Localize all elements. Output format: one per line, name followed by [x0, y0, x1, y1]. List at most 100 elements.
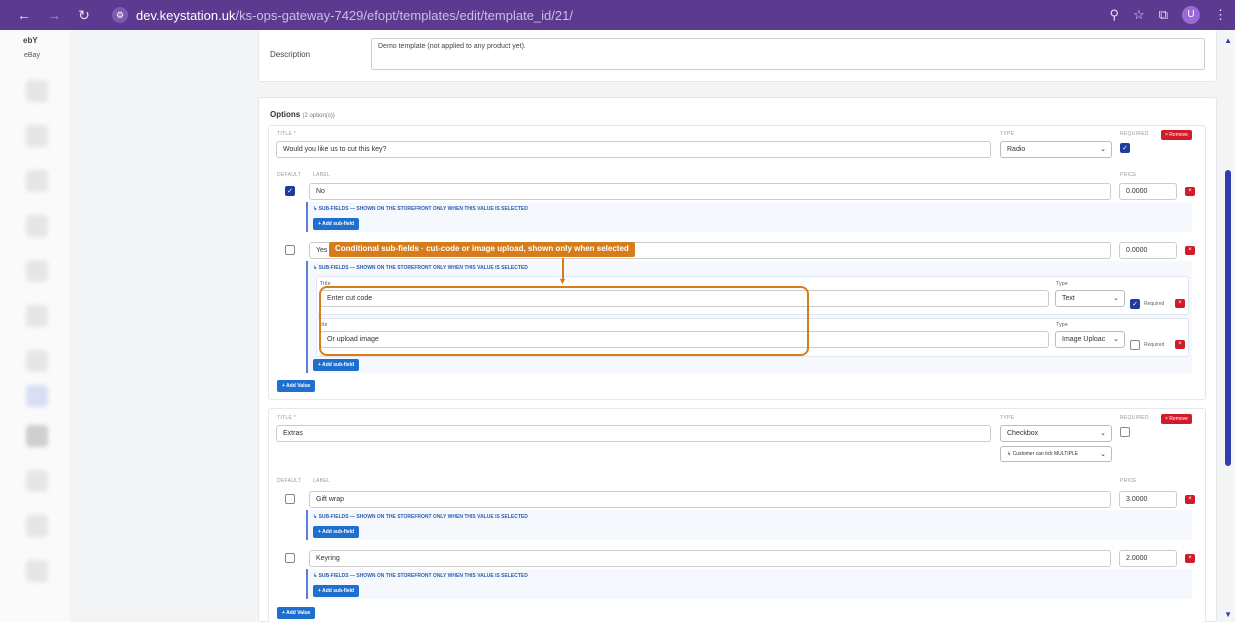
remove-option-button[interactable]: × Remove — [1161, 130, 1192, 140]
options-heading: Options (2 option(s)) — [270, 110, 335, 119]
subfield-type-caption: Type — [1056, 281, 1069, 287]
subfield-type-select[interactable]: Image Uploac ⌄ — [1055, 331, 1125, 348]
value-price-input[interactable]: 2.0000 — [1119, 550, 1177, 567]
chevron-down-icon: ⌄ — [1113, 295, 1119, 302]
remove-subfield-button[interactable]: × — [1175, 340, 1185, 349]
chevron-down-icon: ⌄ — [1100, 451, 1106, 458]
subfield-note: ↳ SUB-FIELDS — SHOWN ON THE STOREFRONT O… — [313, 265, 528, 271]
value-price-input[interactable]: 0.0000 — [1119, 242, 1177, 259]
scroll-up-icon[interactable]: ▲ — [1224, 36, 1232, 45]
sidebar-item-ebay[interactable]: eBay — [24, 52, 40, 59]
title-caption: TITLE * — [277, 131, 297, 137]
chevron-down-icon: ⌄ — [1113, 336, 1119, 343]
required-caption: REQUIRED — [1120, 131, 1149, 137]
subfield-note: ↳ SUB-FIELDS — SHOWN ON THE STOREFRONT O… — [313, 514, 528, 520]
address-bar[interactable]: ⚙ dev.keystation.uk/ks-ops-gateway-7429/… — [104, 4, 1118, 26]
chevron-down-icon: ⌄ — [1100, 146, 1106, 153]
add-subfield-button[interactable]: + Add sub-field — [313, 526, 360, 538]
sidebar-item-active[interactable] — [26, 385, 48, 407]
required-caption: REQUIRED — [1120, 415, 1149, 421]
site-info-icon[interactable]: ⚙ — [112, 7, 128, 23]
add-value-button[interactable]: + Add Value — [277, 607, 316, 619]
ebay-logo: ebY — [23, 36, 38, 45]
chevron-down-icon: ⌄ — [1100, 430, 1106, 437]
annotation-callout: Conditional sub-fields · cut-code or ima… — [329, 242, 635, 257]
subfield-type-caption: Type — [1056, 322, 1069, 328]
remove-value-button[interactable]: × — [1185, 187, 1195, 196]
subfield-note: ↳ SUB-FIELDS — SHOWN ON THE STOREFRONT O… — [313, 206, 528, 212]
option-type-value: Radio — [1007, 146, 1026, 153]
sidebar-item[interactable] — [26, 170, 48, 192]
remove-value-button[interactable]: × — [1185, 495, 1195, 504]
type-caption: TYPE — [1000, 415, 1015, 421]
sidebar-item[interactable] — [26, 425, 48, 447]
sidebar-item[interactable] — [26, 470, 48, 492]
sidebar-item[interactable] — [26, 560, 48, 582]
zoom-icon[interactable]: ⚲ — [1110, 7, 1120, 23]
add-subfield-button[interactable]: + Add sub-field — [313, 359, 360, 371]
default-checkbox[interactable] — [285, 494, 295, 504]
profile-avatar[interactable]: U — [1182, 6, 1200, 24]
extensions-icon[interactable]: ⧉ — [1159, 7, 1168, 23]
title-caption: TITLE * — [277, 415, 297, 421]
add-subfield-button[interactable]: + Add sub-field — [313, 218, 360, 230]
type-caption: TYPE — [1000, 131, 1015, 137]
option-type-select[interactable]: Checkbox ⌄ — [1000, 425, 1112, 442]
subfield-required-checkbox[interactable]: ✓ — [1130, 299, 1140, 309]
remove-option-button[interactable]: × Remove — [1161, 414, 1192, 424]
required-label: Required — [1144, 301, 1165, 307]
sidebar-item[interactable] — [26, 215, 48, 237]
sidebar-item[interactable] — [26, 515, 48, 537]
value-label-input[interactable]: No — [309, 183, 1111, 200]
subfield-required-checkbox[interactable] — [1130, 340, 1140, 350]
menu-icon[interactable]: ⋮ — [1214, 7, 1227, 23]
subfield-type-select[interactable]: Text ⌄ — [1055, 290, 1125, 307]
option-title-input[interactable]: Extras — [276, 425, 991, 442]
price-caption: PRICE — [1120, 478, 1137, 484]
price-caption: PRICE — [1120, 172, 1137, 178]
forward-icon[interactable]: → — [44, 7, 64, 23]
back-icon[interactable]: ← — [14, 7, 34, 23]
default-checkbox[interactable] — [285, 553, 295, 563]
scroll-down-icon[interactable]: ▼ — [1224, 610, 1232, 619]
sidebar-item[interactable] — [26, 305, 48, 327]
subfield-note: ↳ SUB-FIELDS — SHOWN ON THE STOREFRONT O… — [313, 573, 528, 579]
browser-toolbar: ← → ↻ ⚙ dev.keystation.uk/ks-ops-gateway… — [0, 0, 1235, 30]
option-type-value: Checkbox — [1007, 430, 1039, 437]
bookmark-star-icon[interactable]: ☆ — [1133, 7, 1145, 23]
default-checkbox[interactable] — [285, 245, 295, 255]
reload-icon[interactable]: ↻ — [74, 7, 94, 24]
sidebar-item[interactable] — [26, 350, 48, 372]
page-scrollbar[interactable]: ▲ ▼ — [1221, 30, 1235, 622]
label-caption: LABEL — [313, 172, 331, 178]
default-checkbox[interactable]: ✓ — [285, 186, 295, 196]
value-label-input[interactable]: Gift wrap — [309, 491, 1111, 508]
remove-subfield-button[interactable]: × — [1175, 299, 1185, 308]
sidebar-item[interactable] — [26, 260, 48, 282]
url-path: /ks-ops-gateway-7429/efopt/templates/edi… — [235, 7, 573, 23]
sidebar-item[interactable] — [26, 125, 48, 147]
add-subfield-button[interactable]: + Add sub-field — [313, 585, 360, 597]
scrollbar-thumb[interactable] — [1225, 170, 1231, 466]
sidebar-item[interactable] — [26, 80, 48, 102]
multi-select-option[interactable]: ↳ Customer can tick MULTIPLE ⌄ — [1000, 446, 1112, 462]
remove-value-button[interactable]: × — [1185, 246, 1195, 255]
value-price-input[interactable]: 3.0000 — [1119, 491, 1177, 508]
required-checkbox[interactable]: ✓ — [1120, 143, 1130, 153]
label-caption: LABEL — [313, 478, 331, 484]
subfield-type-value: Text — [1062, 295, 1075, 302]
description-label: Description — [270, 50, 311, 59]
value-price-input[interactable]: 0.0000 — [1119, 183, 1177, 200]
default-caption: DEFAULT — [277, 478, 302, 484]
arrow-down-icon: ▼ — [558, 276, 567, 286]
option-title-input[interactable]: Would you like us to cut this key? — [276, 141, 991, 158]
value-label-input[interactable]: Keyring — [309, 550, 1111, 567]
add-value-button[interactable]: + Add Value — [277, 380, 316, 392]
required-checkbox[interactable] — [1120, 427, 1130, 437]
remove-value-button[interactable]: × — [1185, 554, 1195, 563]
option-type-select[interactable]: Radio ⌄ — [1000, 141, 1112, 158]
sidebar: ebY eBay — [0, 30, 70, 622]
subfield-type-value: Image Uploac — [1062, 336, 1106, 343]
description-textarea[interactable]: Demo template (not applied to any produc… — [371, 38, 1205, 70]
required-label: Required — [1144, 342, 1165, 348]
